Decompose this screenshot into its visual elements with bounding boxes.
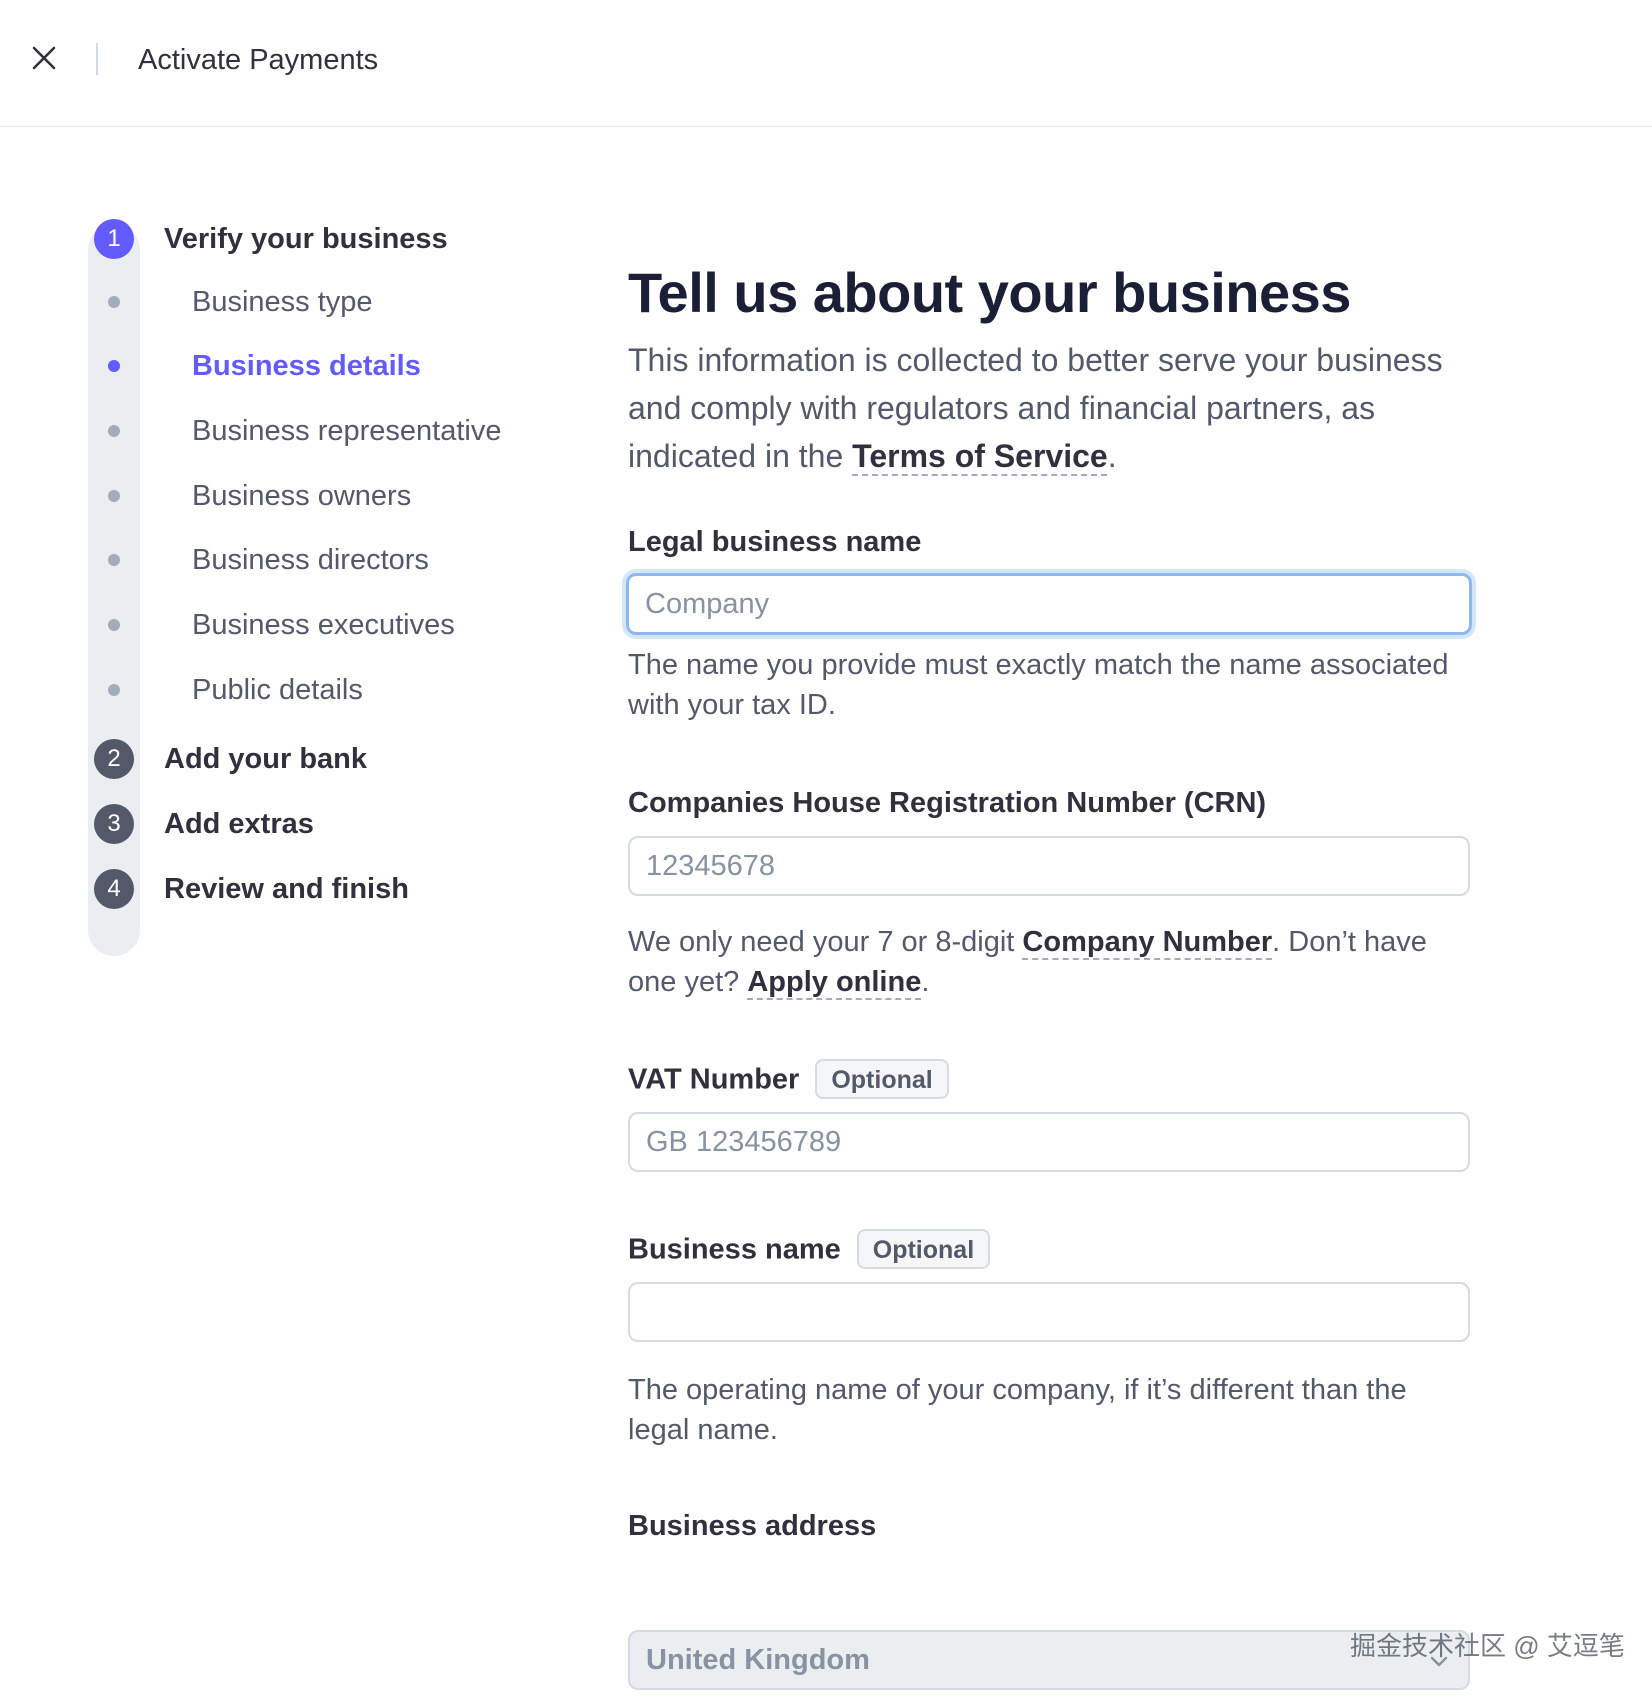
step-label-verify-business[interactable]: Verify your business <box>164 221 448 257</box>
substep-dot <box>108 296 120 308</box>
header-divider <box>96 43 98 75</box>
crn-helper-end: . <box>921 966 930 998</box>
intro-text-end: . <box>1107 438 1117 474</box>
substep-dot <box>108 684 120 696</box>
legal-name-input[interactable] <box>626 573 1472 635</box>
optional-badge: Optional <box>815 1059 949 1099</box>
business-name-label: Business name Optional <box>628 1229 991 1271</box>
business-name-helper: The operating name of your company, if i… <box>628 1374 1407 1446</box>
substep-business-directors[interactable]: Business directors <box>192 542 429 578</box>
substep-dot <box>108 619 120 631</box>
substep-dot <box>108 490 120 502</box>
substep-public-details[interactable]: Public details <box>192 672 363 708</box>
crn-helper-start: We only need your 7 or 8-digit <box>628 926 1023 958</box>
substep-dot-active <box>108 360 120 372</box>
step-number-2: 2 <box>94 739 134 779</box>
crn-helper: We only need your 7 or 8-digit Company N… <box>628 922 1470 1002</box>
apply-online-link[interactable]: Apply online <box>747 966 921 998</box>
legal-name-label: Legal business name <box>628 526 922 558</box>
stepper-rail <box>88 224 140 956</box>
substep-business-executives[interactable]: Business executives <box>192 607 455 643</box>
legal-name-helper: The name you provide must exactly match … <box>628 649 1449 721</box>
page-header-title: Activate Payments <box>138 44 379 76</box>
crn-input[interactable] <box>628 836 1470 896</box>
crn-label: Companies House Registration Number (CRN… <box>628 787 1267 819</box>
substep-dot <box>108 425 120 437</box>
substep-business-details[interactable]: Business details <box>192 348 421 384</box>
country-select-value: United Kingdom <box>646 1644 870 1676</box>
vat-label: VAT Number Optional <box>628 1059 949 1101</box>
substep-business-owners[interactable]: Business owners <box>192 478 411 514</box>
watermark: 掘金技术社区 @ 艾逗笔 <box>1350 1631 1625 1661</box>
vat-label-text: VAT Number <box>628 1063 800 1096</box>
top-bar: Activate Payments <box>0 0 1652 127</box>
intro-text: This information is collected to better … <box>628 336 1478 480</box>
step-label-add-bank[interactable]: Add your bank <box>164 741 367 777</box>
business-name-label-text: Business name <box>628 1233 841 1266</box>
business-name-input[interactable] <box>628 1282 1470 1342</box>
country-select[interactable]: United Kingdom <box>628 1630 1470 1690</box>
substep-business-type[interactable]: Business type <box>192 284 373 320</box>
terms-of-service-link[interactable]: Terms of Service <box>852 438 1108 474</box>
business-address-label: Business address <box>628 1510 877 1542</box>
step-number-4: 4 <box>94 869 134 909</box>
step-label-review-finish[interactable]: Review and finish <box>164 871 409 907</box>
close-icon[interactable] <box>28 42 60 74</box>
step-number-1: 1 <box>94 219 134 259</box>
vat-input[interactable] <box>628 1112 1470 1172</box>
company-number-link[interactable]: Company Number <box>1022 926 1272 958</box>
optional-badge: Optional <box>856 1229 991 1269</box>
page-title: Tell us about your business <box>628 261 1351 324</box>
substep-business-representative[interactable]: Business representative <box>192 413 502 449</box>
substep-dot <box>108 554 120 566</box>
step-label-add-extras[interactable]: Add extras <box>164 806 314 842</box>
step-number-3: 3 <box>94 804 134 844</box>
